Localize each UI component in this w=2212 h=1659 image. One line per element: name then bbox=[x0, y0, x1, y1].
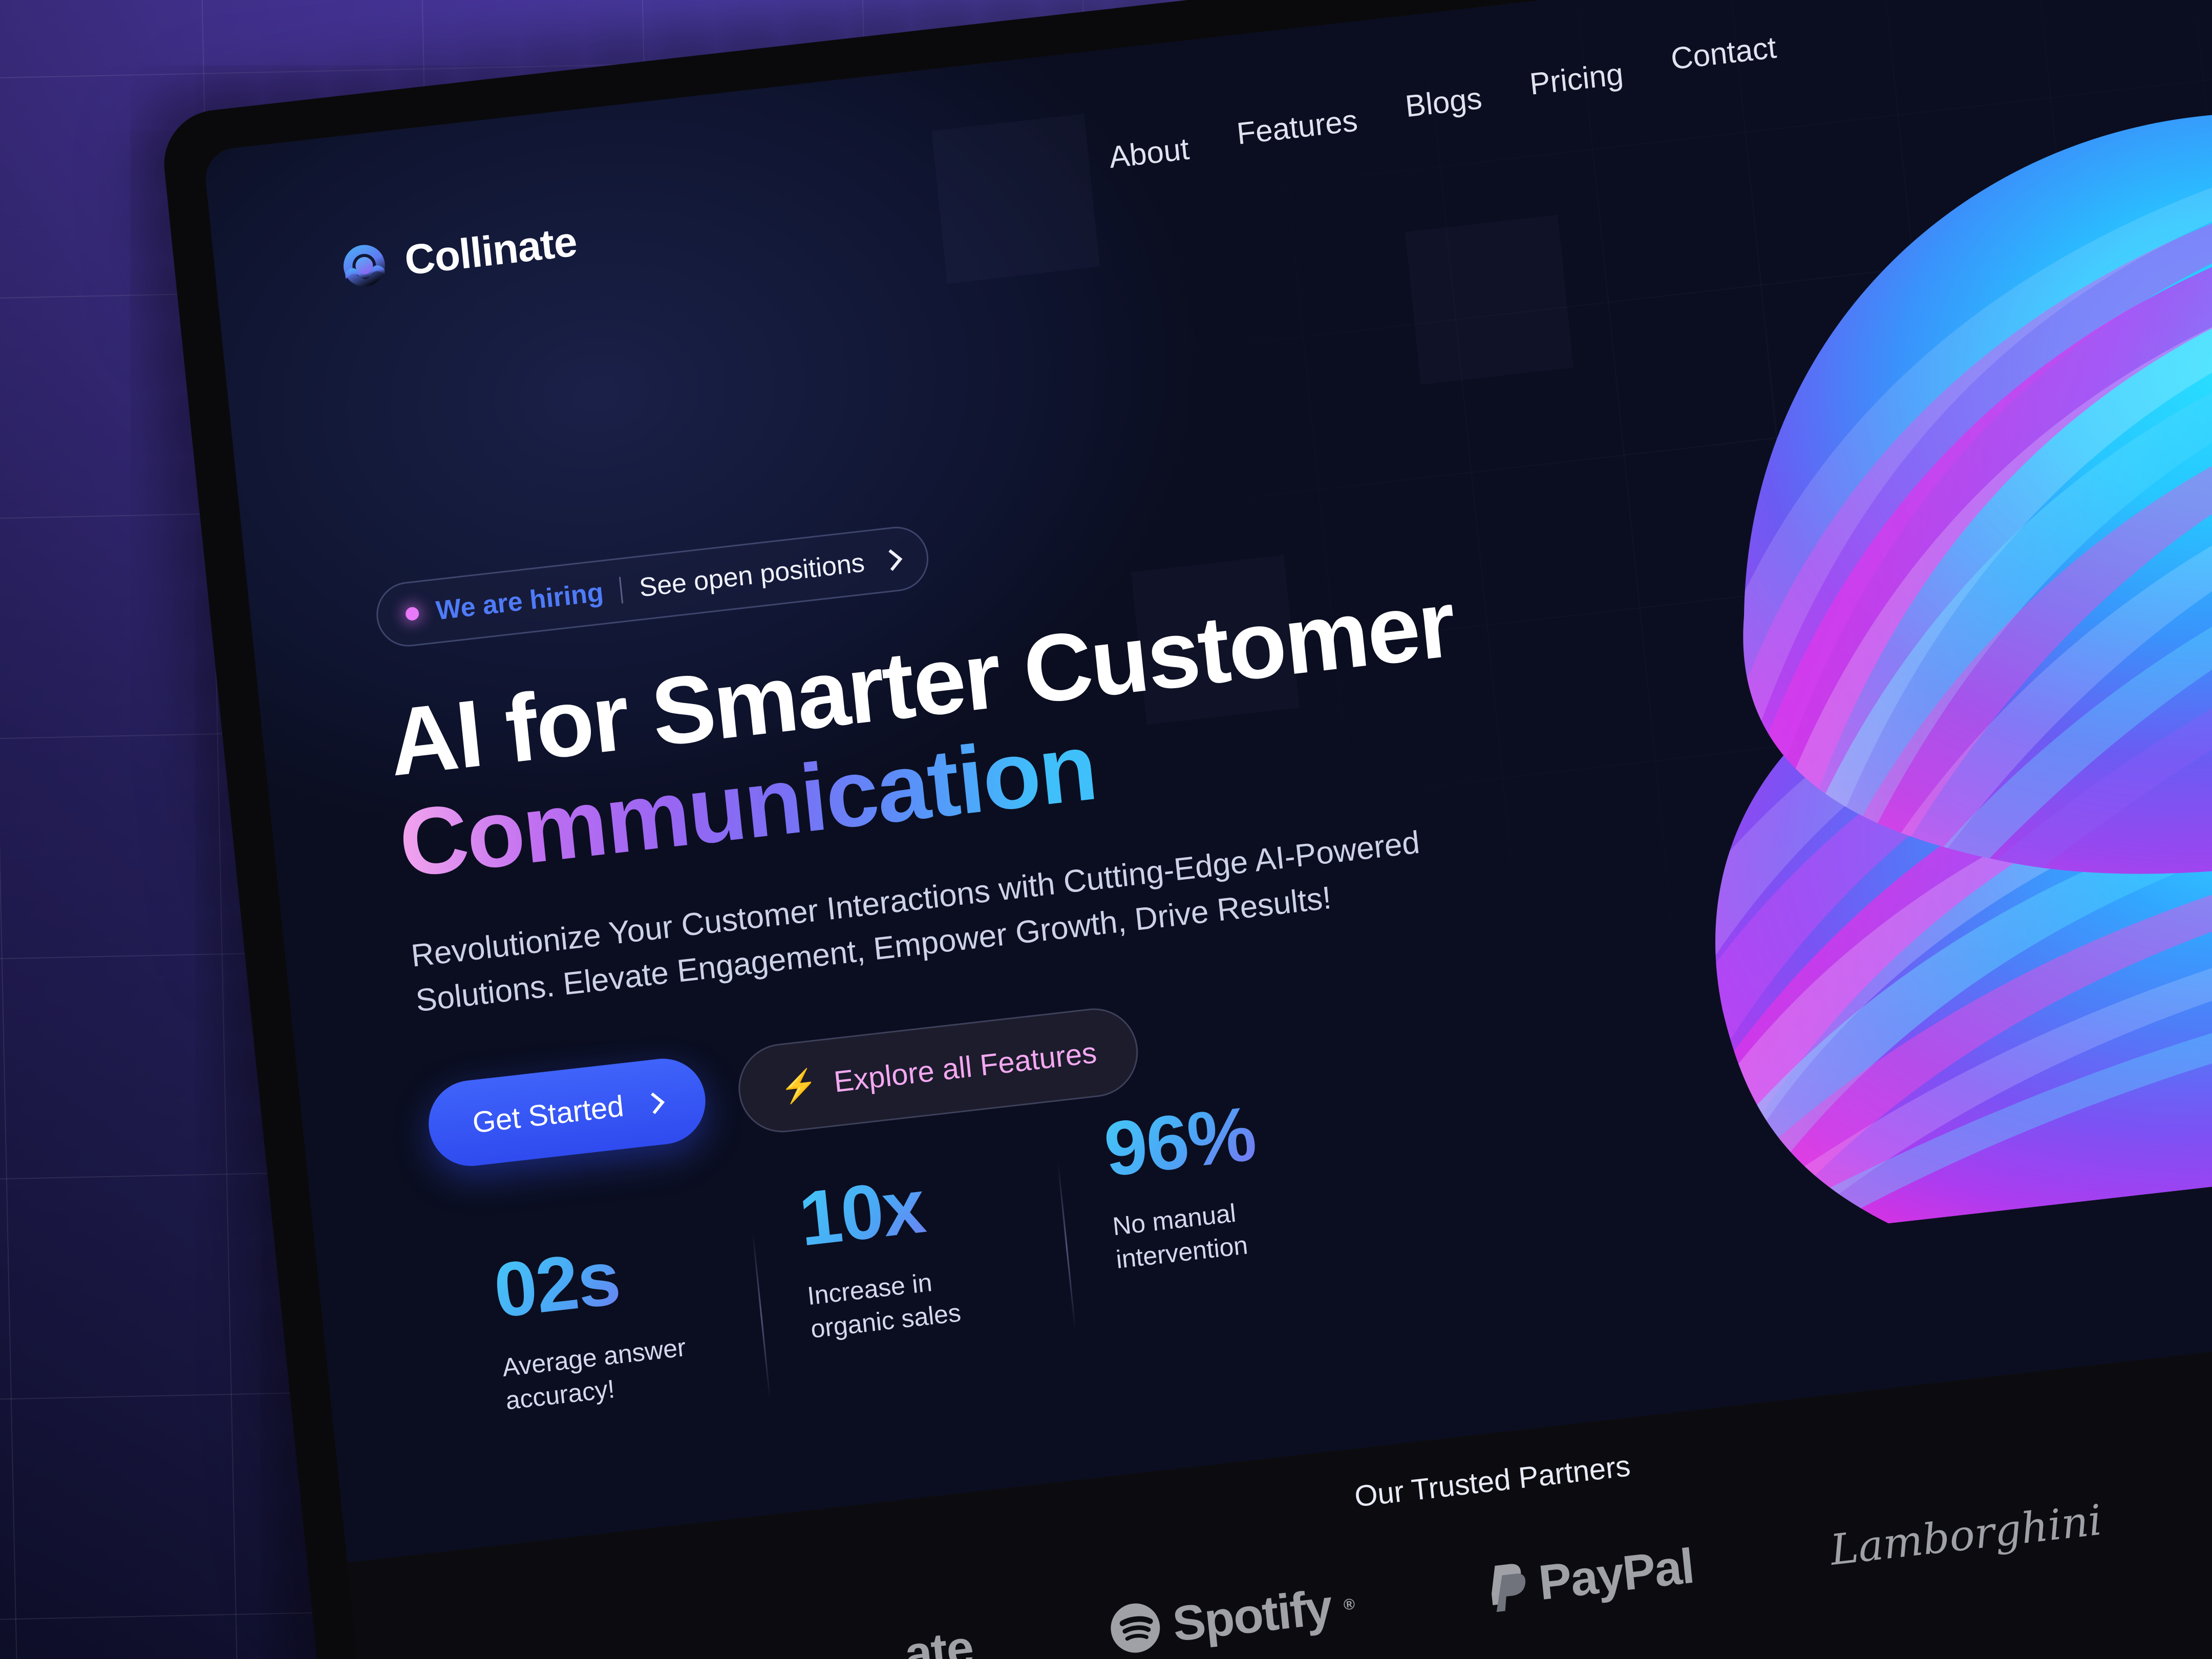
partner-logo-cropped: ate bbox=[902, 1620, 975, 1659]
registered-trademark-icon: ® bbox=[1343, 1596, 1355, 1614]
paypal-wordmark: PayPal bbox=[1536, 1538, 1696, 1611]
stat-value: 10x bbox=[795, 1157, 1017, 1262]
stat-item: 96% No manual intervention bbox=[1054, 1082, 1378, 1282]
get-started-label: Get Started bbox=[471, 1089, 626, 1140]
device-screen: Collinate About Features Blogs Pricing C… bbox=[202, 0, 2212, 1659]
spotify-wordmark: Spotify bbox=[1170, 1579, 1334, 1652]
lamborghini-logo: Lamborghini bbox=[1828, 1496, 2104, 1575]
nav-item-blogs[interactable]: Blogs bbox=[1403, 80, 1483, 124]
nav-item-about[interactable]: About bbox=[1108, 131, 1191, 175]
open-positions-link[interactable]: See open positions bbox=[638, 547, 866, 603]
spotify-mark-icon bbox=[1107, 1600, 1163, 1659]
stats-row: 02s Average answer accuracy! 10x Increas… bbox=[490, 1090, 1389, 1450]
nav-item-contact[interactable]: Contact bbox=[1669, 30, 1778, 77]
status-dot-icon bbox=[405, 606, 420, 622]
nav-item-pricing[interactable]: Pricing bbox=[1528, 56, 1625, 102]
brand-logo[interactable]: Collinate bbox=[338, 218, 579, 292]
stat-item: 10x Increase in organic sales bbox=[749, 1152, 1073, 1351]
hiring-badge[interactable]: We are hiring See open positions bbox=[373, 523, 931, 650]
stat-value: 96% bbox=[1100, 1088, 1323, 1193]
hero-section: We are hiring See open positions AI for … bbox=[373, 431, 1807, 1172]
stat-label: Increase in organic sales bbox=[806, 1268, 963, 1344]
chevron-right-icon bbox=[881, 550, 900, 569]
brand-name: Collinate bbox=[402, 218, 579, 284]
explore-features-label: Explore all Features bbox=[832, 1036, 1098, 1099]
badge-divider bbox=[619, 577, 624, 604]
lamborghini-wordmark: Lamborghini bbox=[1828, 1495, 2104, 1575]
device-mockup: Collinate About Features Blogs Pricing C… bbox=[159, 0, 2212, 1659]
chevron-right-icon bbox=[643, 1093, 662, 1113]
stat-label: No manual intervention bbox=[1111, 1198, 1249, 1274]
spotify-logo: Spotify ® bbox=[1107, 1577, 1357, 1659]
site-header: Collinate About Features Blogs Pricing C… bbox=[203, 0, 2212, 391]
stat-value: 02s bbox=[490, 1228, 712, 1334]
get-started-button[interactable]: Get Started bbox=[424, 1054, 710, 1171]
page-scene: Collinate About Features Blogs Pricing C… bbox=[0, 0, 2212, 1659]
partner-logo-label: ate bbox=[902, 1620, 975, 1659]
stat-label: Average answer accuracy! bbox=[501, 1332, 688, 1415]
paypal-logo: PayPal bbox=[1488, 1538, 1696, 1617]
paypal-mark-icon bbox=[1488, 1558, 1529, 1615]
lightning-bolt-icon: ⚡ bbox=[778, 1067, 820, 1105]
nav-item-features[interactable]: Features bbox=[1235, 102, 1359, 151]
main-navigation: About Features Blogs Pricing Contact bbox=[1104, 30, 1779, 175]
stat-item: 02s Average answer accuracy! bbox=[490, 1223, 768, 1418]
device-bezel: Collinate About Features Blogs Pricing C… bbox=[159, 0, 2212, 1659]
hiring-label: We are hiring bbox=[434, 577, 605, 626]
collinate-circle-logo-icon bbox=[338, 240, 390, 292]
